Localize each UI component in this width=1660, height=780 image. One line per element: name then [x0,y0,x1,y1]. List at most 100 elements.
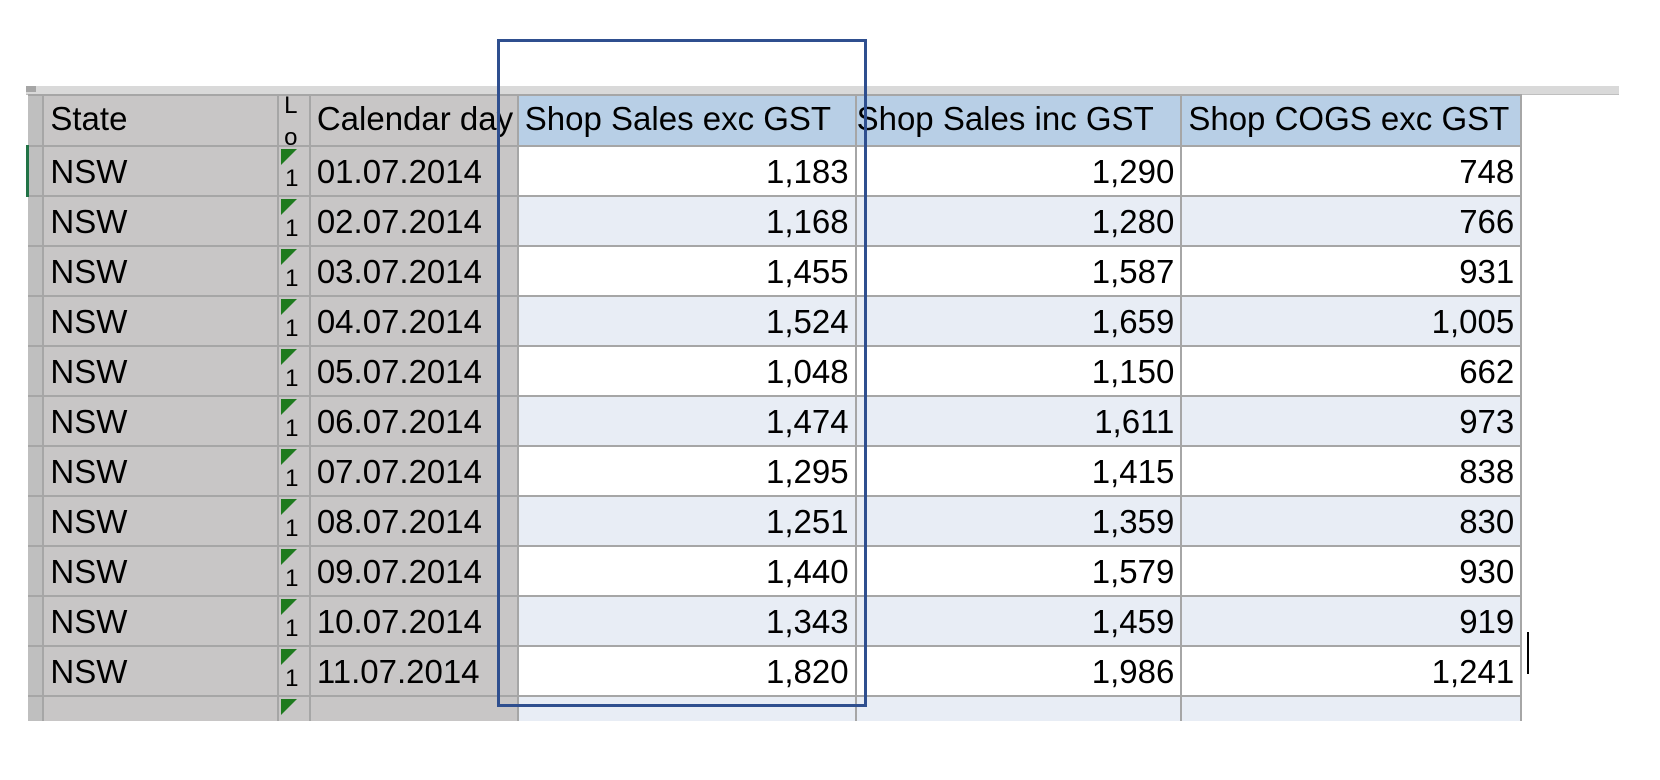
cell-shop-sales-exc-gst[interactable]: 1,183 [516,145,857,197]
header-shop-sales-inc-gst-label: Shop Sales inc GST [856,100,1154,137]
header-shop-sales-inc-gst[interactable]: Shop Sales inc GST [854,94,1183,147]
cell-shop-sales-inc-gst[interactable]: 1,359 [854,495,1183,547]
cell-shop-sales-inc-gst[interactable]: 1,587 [854,245,1183,297]
header-narrow-column[interactable]: L o [277,94,311,147]
cell-calendar-day[interactable]: 03.07.2014 [308,245,519,297]
row-selector[interactable] [27,495,45,547]
row-selector[interactable] [27,645,45,697]
header-shop-cogs-exc-gst[interactable]: Shop COGS exc GST [1180,94,1523,147]
cell-narrow[interactable]: 1 [277,445,311,497]
cell-shop-cogs-exc-gst[interactable] [1180,695,1523,721]
cell-state[interactable]: NSW [42,495,280,547]
cell-shop-sales-exc-gst[interactable]: 1,251 [516,495,857,547]
cell-shop-sales-inc-gst[interactable]: 1,986 [854,645,1183,697]
cell-state[interactable]: NSW [42,145,280,197]
cell-shop-cogs-exc-gst[interactable]: 662 [1180,345,1523,397]
cell-shop-cogs-exc-gst[interactable]: 1,005 [1180,295,1523,347]
row-selector[interactable] [27,395,45,447]
row-selector[interactable] [27,445,45,497]
cell-calendar-day[interactable]: 10.07.2014 [308,595,519,647]
cell-shop-sales-inc-gst[interactable]: 1,150 [854,345,1183,397]
cell-shop-sales-inc-gst[interactable]: 1,659 [854,295,1183,347]
cell-state[interactable] [42,695,280,721]
cell-shop-sales-exc-gst[interactable]: 1,524 [516,295,857,347]
cell-shop-sales-exc-gst[interactable]: 1,295 [516,445,857,497]
row-selector[interactable] [27,245,45,297]
cell-shop-sales-inc-gst[interactable] [854,695,1183,721]
cell-shop-sales-inc-gst-text: 1,415 [1091,452,1175,490]
cell-calendar-day[interactable]: 06.07.2014 [308,395,519,447]
cell-calendar-day[interactable] [308,695,519,721]
cell-shop-sales-exc-gst[interactable]: 1,455 [516,245,857,297]
table-row: NSW 1 05.07.2014 1,048 1,150 662 [27,345,1618,397]
cell-state[interactable]: NSW [42,295,280,347]
cell-narrow[interactable]: 1 [277,345,311,397]
spreadsheet-grid: State L o Calendar day Shop Sales exc GS… [26,86,1619,721]
cell-shop-cogs-exc-gst[interactable]: 830 [1180,495,1523,547]
cell-narrow[interactable]: 1 [277,245,311,297]
cell-shop-sales-inc-gst[interactable]: 1,579 [854,545,1183,597]
cell-shop-cogs-exc-gst[interactable]: 973 [1180,395,1523,447]
cell-shop-sales-exc-gst[interactable]: 1,168 [516,195,857,247]
cell-narrow[interactable] [277,695,311,721]
cell-shop-cogs-exc-gst-text: 930 [1459,552,1515,590]
cell-shop-cogs-exc-gst[interactable]: 838 [1180,445,1523,497]
cell-state[interactable]: NSW [42,245,280,297]
select-all-corner[interactable] [26,86,36,92]
cell-state[interactable]: NSW [42,595,280,647]
row-selector[interactable] [27,94,45,147]
header-calendar-day[interactable]: Calendar day [308,94,519,147]
cell-state[interactable]: NSW [42,395,280,447]
cell-narrow[interactable]: 1 [277,645,311,697]
row-selector[interactable] [27,695,45,721]
cell-narrow[interactable]: 1 [277,145,311,197]
cell-shop-cogs-exc-gst[interactable]: 919 [1180,595,1523,647]
cell-shop-cogs-exc-gst[interactable]: 1,241 [1180,645,1523,697]
header-state[interactable]: State [42,94,280,147]
cell-calendar-day[interactable]: 05.07.2014 [308,345,519,397]
row-selector[interactable] [27,595,45,647]
cell-calendar-day[interactable]: 04.07.2014 [308,295,519,347]
row-selector[interactable] [27,295,45,347]
cell-narrow[interactable]: 1 [277,595,311,647]
cell-narrow[interactable]: 1 [277,395,311,447]
cell-shop-sales-exc-gst[interactable]: 1,474 [516,395,857,447]
cell-calendar-day[interactable]: 01.07.2014 [308,145,519,197]
row-selector[interactable] [27,345,45,397]
cell-shop-cogs-exc-gst-text: 766 [1459,202,1515,240]
cell-shop-sales-exc-gst-text: 1,440 [765,552,849,590]
row-selector[interactable] [26,145,45,197]
cell-narrow-text: 1 [285,315,299,342]
cell-calendar-day[interactable]: 09.07.2014 [308,545,519,597]
row-selector[interactable] [27,545,45,597]
cell-shop-cogs-exc-gst[interactable]: 930 [1180,545,1523,597]
cell-state[interactable]: NSW [42,445,280,497]
cell-shop-sales-exc-gst[interactable]: 1,048 [516,345,857,397]
cell-shop-sales-inc-gst[interactable]: 1,280 [854,195,1183,247]
header-shop-sales-exc-gst[interactable]: Shop Sales exc GST [516,94,857,147]
row-selector[interactable] [27,195,45,247]
cell-state[interactable]: NSW [42,195,280,247]
cell-calendar-day[interactable]: 08.07.2014 [308,495,519,547]
cell-shop-sales-exc-gst[interactable]: 1,440 [516,545,857,597]
cell-shop-sales-inc-gst[interactable]: 1,611 [854,395,1183,447]
cell-shop-sales-inc-gst[interactable]: 1,459 [854,595,1183,647]
cell-shop-cogs-exc-gst[interactable]: 931 [1180,245,1523,297]
cell-state[interactable]: NSW [42,545,280,597]
cell-shop-sales-inc-gst[interactable]: 1,290 [854,145,1183,197]
cell-calendar-day[interactable]: 07.07.2014 [308,445,519,497]
cell-shop-sales-exc-gst[interactable]: 1,343 [516,595,857,647]
cell-shop-cogs-exc-gst[interactable]: 766 [1180,195,1523,247]
cell-shop-sales-exc-gst[interactable] [516,695,857,721]
cell-state[interactable]: NSW [42,645,280,697]
cell-narrow[interactable]: 1 [277,545,311,597]
cell-narrow[interactable]: 1 [277,295,311,347]
cell-shop-cogs-exc-gst[interactable]: 748 [1180,145,1523,197]
cell-state[interactable]: NSW [42,345,280,397]
cell-calendar-day[interactable]: 02.07.2014 [308,195,519,247]
cell-shop-sales-inc-gst[interactable]: 1,415 [854,445,1183,497]
cell-narrow[interactable]: 1 [277,195,311,247]
cell-shop-sales-exc-gst[interactable]: 1,820 [516,645,857,697]
cell-narrow[interactable]: 1 [277,495,311,547]
cell-calendar-day[interactable]: 11.07.2014 [308,645,519,697]
